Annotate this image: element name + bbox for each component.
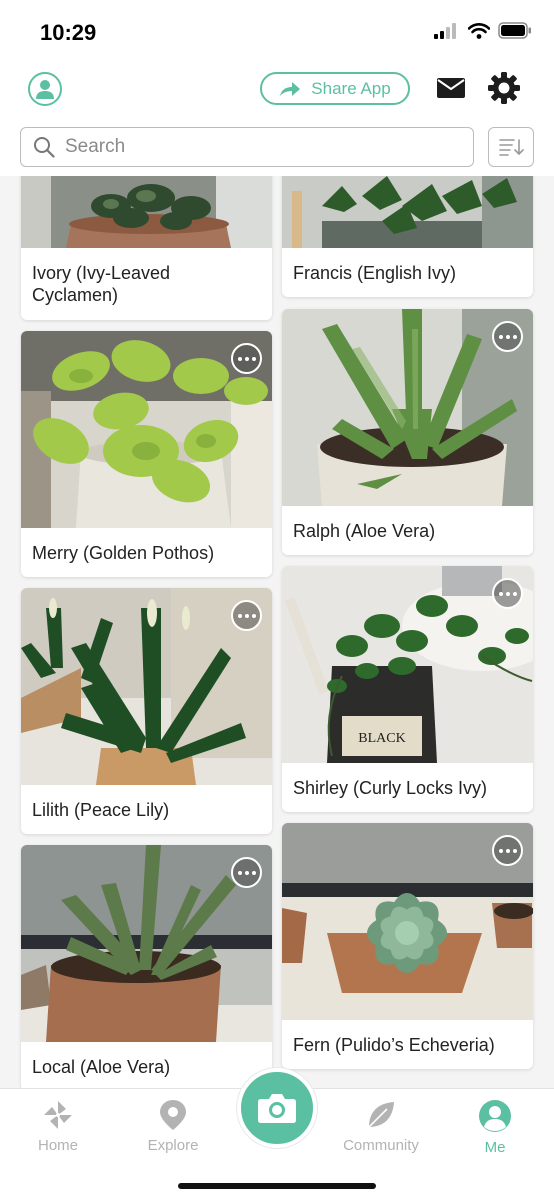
more-options-button[interactable] bbox=[492, 321, 523, 352]
more-options-button[interactable] bbox=[492, 578, 523, 609]
camera-button[interactable] bbox=[237, 1068, 317, 1148]
more-options-button[interactable] bbox=[231, 343, 262, 374]
profile-avatar-button[interactable] bbox=[28, 72, 62, 106]
status-bar: 10:29 bbox=[0, 0, 554, 62]
plant-name: Merry (Golden Pothos) bbox=[32, 543, 215, 563]
plant-name: Lilith (Peace Lily) bbox=[32, 800, 170, 820]
user-icon bbox=[36, 80, 54, 99]
more-options-button[interactable] bbox=[231, 600, 262, 631]
home-indicator bbox=[178, 1183, 376, 1189]
share-app-button[interactable]: Share App bbox=[260, 72, 410, 105]
tab-community-label: Community bbox=[343, 1137, 419, 1154]
plant-name: Francis (English Ivy) bbox=[293, 263, 457, 283]
share-app-label: Share App bbox=[311, 78, 391, 98]
plant-card[interactable]: Fern (Pulido’s Echeveria) bbox=[282, 823, 533, 1069]
tab-me[interactable]: Me bbox=[450, 1099, 540, 1156]
plant-photo bbox=[21, 176, 272, 248]
settings-button[interactable] bbox=[487, 71, 521, 110]
tab-home[interactable]: Home bbox=[13, 1099, 103, 1154]
leaf-icon bbox=[368, 1102, 394, 1128]
plant-name: Shirley (Curly Locks Ivy) bbox=[293, 778, 488, 798]
search-box[interactable] bbox=[20, 127, 474, 167]
plant-name: Local (Aloe Vera) bbox=[32, 1057, 171, 1077]
plant-card[interactable]: Ralph (Aloe Vera) bbox=[282, 309, 533, 555]
more-options-button[interactable] bbox=[231, 857, 262, 888]
messages-button[interactable] bbox=[437, 78, 465, 103]
top-bar: Share App bbox=[0, 62, 554, 118]
plant-card[interactable]: Ivory (Ivy-Leaved Cyclamen) bbox=[21, 176, 272, 320]
plant-card[interactable]: Merry (Golden Pothos) bbox=[21, 331, 272, 577]
more-options-button[interactable] bbox=[492, 835, 523, 866]
tab-explore-label: Explore bbox=[147, 1137, 199, 1154]
plant-photo bbox=[282, 176, 533, 248]
plant-grid: Ivory (Ivy-Leaved Cyclamen) Francis (Eng… bbox=[0, 176, 554, 1088]
search-input[interactable] bbox=[65, 136, 445, 158]
plant-name: Ivory (Ivy-Leaved Cyclamen) bbox=[32, 263, 171, 305]
plant-card[interactable]: Local (Aloe Vera) bbox=[21, 845, 272, 1088]
battery-icon bbox=[498, 22, 531, 39]
mail-icon bbox=[437, 78, 465, 98]
plant-card[interactable]: BLACK Shirley (Curly Locks Ivy) bbox=[282, 566, 533, 812]
search-row bbox=[0, 118, 554, 176]
svg-text:BLACK: BLACK bbox=[358, 731, 405, 746]
plant-card[interactable]: Francis (English Ivy) bbox=[282, 176, 533, 297]
tab-home-label: Home bbox=[37, 1137, 78, 1154]
tab-me-label: Me bbox=[484, 1139, 506, 1156]
profile-icon bbox=[479, 1100, 511, 1132]
plant-card[interactable]: Lilith (Peace Lily) bbox=[21, 588, 272, 834]
gear-icon bbox=[488, 72, 520, 104]
plant-name: Ralph (Aloe Vera) bbox=[293, 521, 436, 541]
search-icon bbox=[34, 137, 55, 158]
sort-button[interactable] bbox=[488, 127, 534, 167]
wifi-icon bbox=[468, 22, 490, 39]
sort-list-icon bbox=[499, 139, 524, 156]
cellular-signal-icon bbox=[434, 22, 456, 39]
share-arrow-icon bbox=[280, 81, 301, 96]
status-icons bbox=[434, 22, 532, 39]
camera-icon bbox=[258, 1094, 296, 1123]
map-pin-icon bbox=[160, 1100, 186, 1130]
tab-community[interactable]: Community bbox=[336, 1099, 426, 1154]
plant-name: Fern (Pulido’s Echeveria) bbox=[293, 1035, 495, 1055]
tab-explore[interactable]: Explore bbox=[128, 1099, 218, 1154]
status-time: 10:29 bbox=[40, 20, 97, 45]
pinwheel-icon bbox=[44, 1101, 72, 1129]
